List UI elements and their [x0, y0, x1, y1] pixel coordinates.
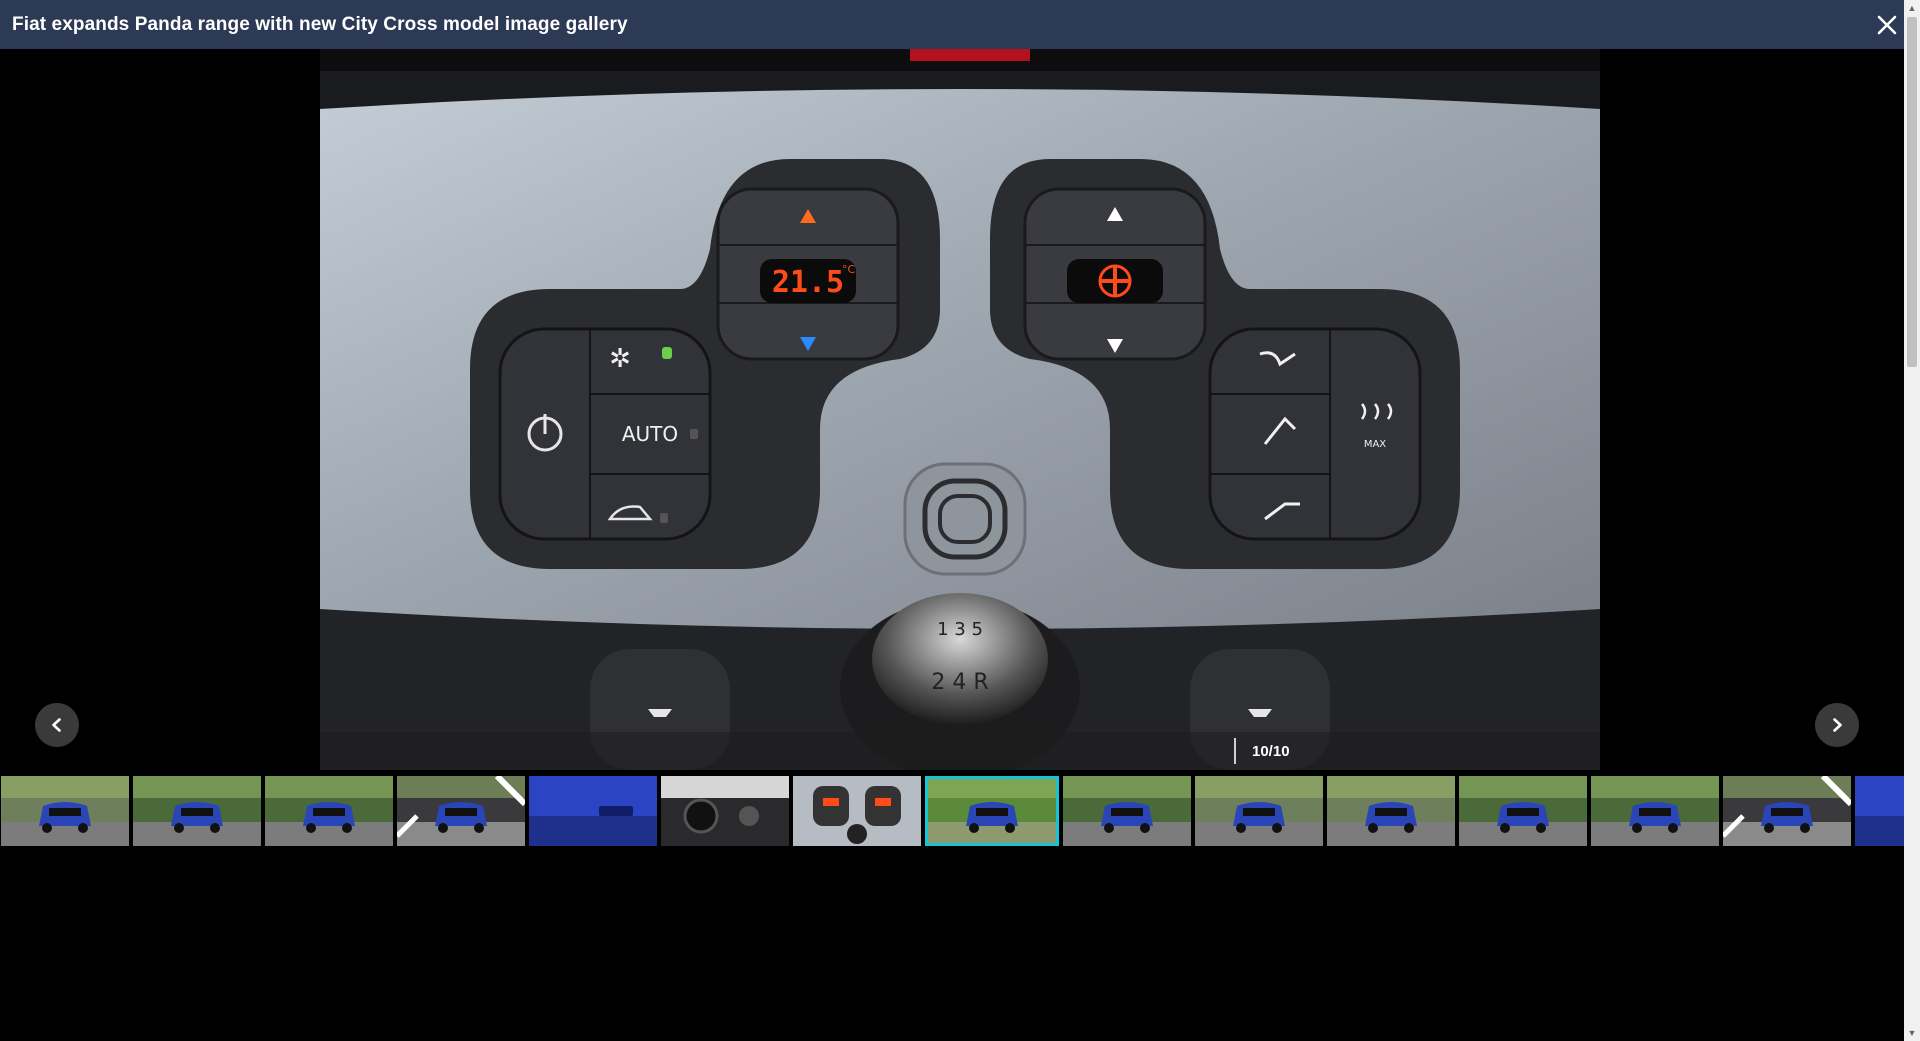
thumbnail-image: [1, 776, 129, 846]
thumbnail-active[interactable]: [925, 776, 1059, 846]
thumbnail[interactable]: [1723, 776, 1851, 846]
svg-text:✲: ✲: [609, 344, 631, 374]
scroll-up-arrow-icon[interactable]: ▲: [1904, 0, 1920, 16]
thumbnail[interactable]: [265, 776, 393, 846]
svg-text:AUTO: AUTO: [622, 422, 678, 446]
caption-bar: [320, 732, 1600, 770]
previous-image-button[interactable]: [35, 703, 79, 747]
vertical-scrollbar[interactable]: ▲ ▼: [1904, 0, 1920, 1041]
thumbnail-image: [928, 776, 1056, 846]
thumbnail[interactable]: [397, 776, 525, 846]
thumbnail-image: [265, 776, 393, 846]
thumbnail-image: [1591, 776, 1719, 846]
image-stage: 21.5 °C AUTO ✲ MAX 1 3 5 2 4 R: [0, 49, 1904, 770]
thumbnail-image: [1855, 776, 1904, 846]
close-icon: [1877, 15, 1897, 35]
thumbnail-image: [1459, 776, 1587, 846]
thumbnail-image: [793, 776, 921, 846]
thumbnail[interactable]: [1063, 776, 1191, 846]
thumbnail[interactable]: [133, 776, 261, 846]
thumbnail[interactable]: [661, 776, 789, 846]
thumbnail[interactable]: [1, 776, 129, 846]
image-counter: 10/10: [1234, 738, 1290, 764]
svg-text:°C: °C: [842, 263, 856, 276]
scroll-down-arrow-icon[interactable]: ▼: [1904, 1025, 1920, 1041]
scrollbar-thumb[interactable]: [1907, 17, 1917, 367]
thumbnail-image: [529, 776, 657, 846]
thumbnail-image: [1195, 776, 1323, 846]
chevron-left-icon: [52, 718, 61, 732]
thumbnail[interactable]: [793, 776, 921, 846]
chevron-right-icon: [1833, 718, 1842, 732]
svg-text:2 4 R: 2 4 R: [931, 670, 988, 695]
thumbnail[interactable]: [1855, 776, 1904, 846]
thumbnail-image: [1327, 776, 1455, 846]
thumbnail[interactable]: [1327, 776, 1455, 846]
thumbnail[interactable]: [529, 776, 657, 846]
next-image-button[interactable]: [1815, 703, 1859, 747]
main-image-climate-panel: 21.5 °C AUTO ✲ MAX 1 3 5 2 4 R: [320, 49, 1600, 770]
thumbnail[interactable]: [1591, 776, 1719, 846]
thumbnail-strip[interactable]: [0, 775, 1904, 847]
svg-text:21.5: 21.5: [772, 265, 844, 300]
svg-text:MAX: MAX: [1364, 439, 1386, 450]
thumbnail-image: [661, 776, 789, 846]
thumbnail[interactable]: [1195, 776, 1323, 846]
thumbnail-image: [133, 776, 261, 846]
gallery-header: Fiat expands Panda range with new City C…: [0, 0, 1904, 49]
thumbnail[interactable]: [1459, 776, 1587, 846]
close-button[interactable]: [1872, 10, 1902, 40]
thumbnail-image: [1723, 776, 1851, 846]
thumbnail-image: [397, 776, 525, 846]
svg-text:1 3 5: 1 3 5: [937, 619, 983, 640]
gallery-title: Fiat expands Panda range with new City C…: [12, 13, 628, 35]
thumbnail-image: [1063, 776, 1191, 846]
